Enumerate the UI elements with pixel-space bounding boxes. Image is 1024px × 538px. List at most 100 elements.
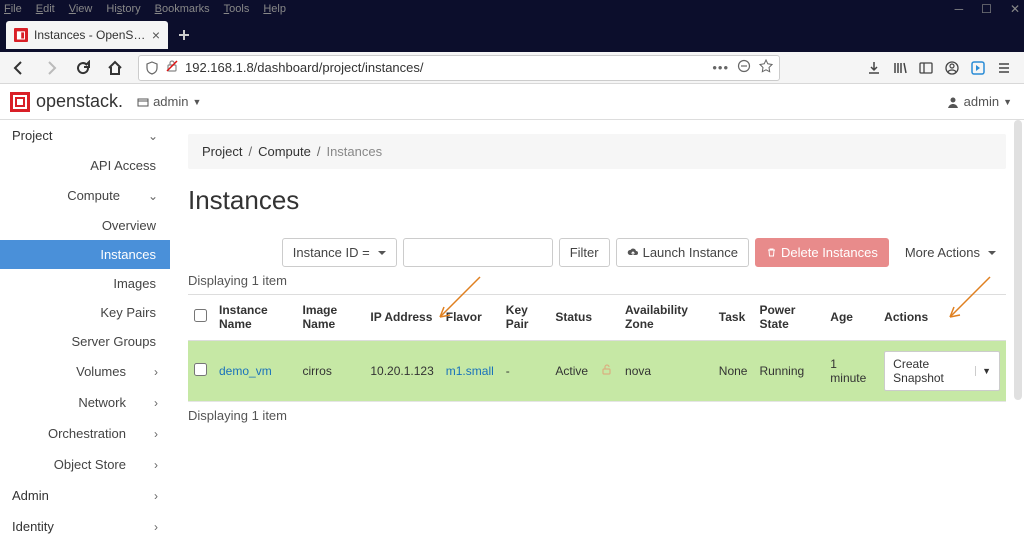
menu-help[interactable]: Help [263,3,286,15]
reload-button[interactable] [70,55,96,81]
col-actions: Actions [878,295,1006,341]
home-button[interactable] [102,55,128,81]
col-power-state[interactable]: Power State [753,295,824,341]
caret-down-icon[interactable]: ▼ [975,366,991,376]
sidebar-network[interactable]: Network› [0,387,170,418]
breadcrumb: Project / Compute / Instances [188,134,1006,169]
menu-bookmarks[interactable]: Bookmarks [155,3,210,15]
url-bar[interactable]: 192.168.1.8/dashboard/project/instances/… [138,55,780,81]
sidebar-compute[interactable]: Compute⌄ [0,180,170,211]
shield-icon [145,61,159,75]
flavor-link[interactable]: m1.small [446,364,494,378]
filter-text-input[interactable] [403,238,553,267]
user-menu[interactable]: admin ▼ [946,94,1012,109]
chevron-down-icon: ⌄ [148,189,158,203]
menu-edit[interactable]: Edit [36,3,55,15]
chevron-right-icon: › [154,427,158,441]
account-icon[interactable] [944,60,960,76]
library-icon[interactable] [892,60,908,76]
sidebar-images[interactable]: Images [0,269,170,298]
instance-name-link[interactable]: demo_vm [219,364,272,378]
browser-tab-active[interactable]: ◧ Instances - OpenStack Dashbo × [6,21,168,49]
breadcrumb-project[interactable]: Project [202,144,242,159]
content-area: Project / Compute / Instances Instances … [170,120,1024,538]
window-close-icon[interactable]: ✕ [1010,2,1020,16]
unlock-icon [600,364,613,379]
col-flavor[interactable]: Flavor [440,295,500,341]
col-status[interactable]: Status [549,295,619,341]
url-input-remainder[interactable] [430,60,707,75]
back-button[interactable] [6,55,32,81]
tab-close-icon[interactable]: × [152,27,160,43]
openstack-logo[interactable]: openstack. [4,91,123,112]
chevron-right-icon: › [154,396,158,410]
col-az[interactable]: Availability Zone [619,295,713,341]
browser-nav-bar: 192.168.1.8/dashboard/project/instances/… [0,52,1024,84]
sidebar-project[interactable]: Project⌄ [0,120,170,151]
url-text: 192.168.1.8/dashboard/project/instances/ [185,60,424,75]
cell-task: None [713,340,754,401]
col-age[interactable]: Age [824,295,878,341]
table-toolbar: Instance ID = Filter Launch Instance Del… [188,238,1006,267]
tab-title: Instances - OpenStack Dashbo [34,28,146,42]
filter-button[interactable]: Filter [559,238,610,267]
sidebar-instances[interactable]: Instances [0,240,170,269]
scrollbar[interactable] [1014,120,1022,400]
menu-view[interactable]: View [69,3,93,15]
cell-keypair: - [500,340,550,401]
col-instance-name[interactable]: Instance Name [213,295,297,341]
menu-tools[interactable]: Tools [224,3,250,15]
openstack-logo-text: openstack. [36,91,123,112]
more-actions-dropdown[interactable]: More Actions [895,239,1006,266]
sidebar-identity[interactable]: Identity› [0,511,170,538]
caret-down-icon: ▼ [1003,97,1012,107]
sidebar-volumes[interactable]: Volumes› [0,356,170,387]
col-image-name[interactable]: Image Name [297,295,365,341]
sidebar-icon[interactable] [918,60,934,76]
page-title: Instances [188,185,1006,216]
col-ip-address[interactable]: IP Address [364,295,439,341]
chevron-right-icon: › [154,520,158,534]
item-count-bottom: Displaying 1 item [188,408,1006,423]
col-task[interactable]: Task [713,295,754,341]
sidebar-keypairs[interactable]: Key Pairs [0,298,170,327]
row-action-button[interactable]: Create Snapshot ▼ [884,351,1000,391]
project-selector[interactable]: admin ▼ [137,94,201,109]
browser-tab-bar: ◧ Instances - OpenStack Dashbo × [0,18,1024,52]
sidebar-servergroups[interactable]: Server Groups [0,327,170,356]
window-maximize-icon[interactable]: ☐ [981,2,992,16]
reader-icon[interactable] [737,59,751,76]
sidebar-admin[interactable]: Admin› [0,480,170,511]
download-icon[interactable] [866,60,882,76]
sidebar-objectstore[interactable]: Object Store› [0,449,170,480]
row-checkbox[interactable] [194,363,207,376]
filter-field-dropdown[interactable]: Instance ID = [282,238,397,267]
menu-history[interactable]: History [106,3,140,15]
cell-ip: 10.20.1.123 [364,340,439,401]
extension-icon[interactable] [970,60,986,76]
select-all-checkbox[interactable] [194,309,207,322]
chevron-right-icon: › [154,458,158,472]
meatball-icon[interactable]: ••• [712,60,729,75]
bookmark-star-icon[interactable] [759,59,773,76]
cell-age: 1 minute [824,340,878,401]
new-tab-button[interactable] [168,21,200,49]
sidebar-api-access[interactable]: API Access [0,151,170,180]
hamburger-menu-icon[interactable] [996,60,1012,76]
breadcrumb-compute[interactable]: Compute [258,144,311,159]
menu-file[interactable]: File [4,3,22,15]
forward-button[interactable] [38,55,64,81]
window-minimize-icon[interactable]: ─ [955,2,964,16]
cloud-upload-icon [627,247,639,259]
launch-instance-button[interactable]: Launch Instance [616,238,749,267]
col-keypair[interactable]: Key Pair [500,295,550,341]
cell-status: Active [549,340,594,401]
trash-icon [766,247,777,258]
instances-table: Instance Name Image Name IP Address Flav… [188,294,1006,402]
sidebar-overview[interactable]: Overview [0,211,170,240]
delete-instances-button[interactable]: Delete Instances [755,238,889,267]
item-count-top: Displaying 1 item [188,273,1006,288]
chevron-down-icon: ⌄ [148,129,158,143]
sidebar-orchestration[interactable]: Orchestration› [0,418,170,449]
domain-icon [137,96,149,108]
